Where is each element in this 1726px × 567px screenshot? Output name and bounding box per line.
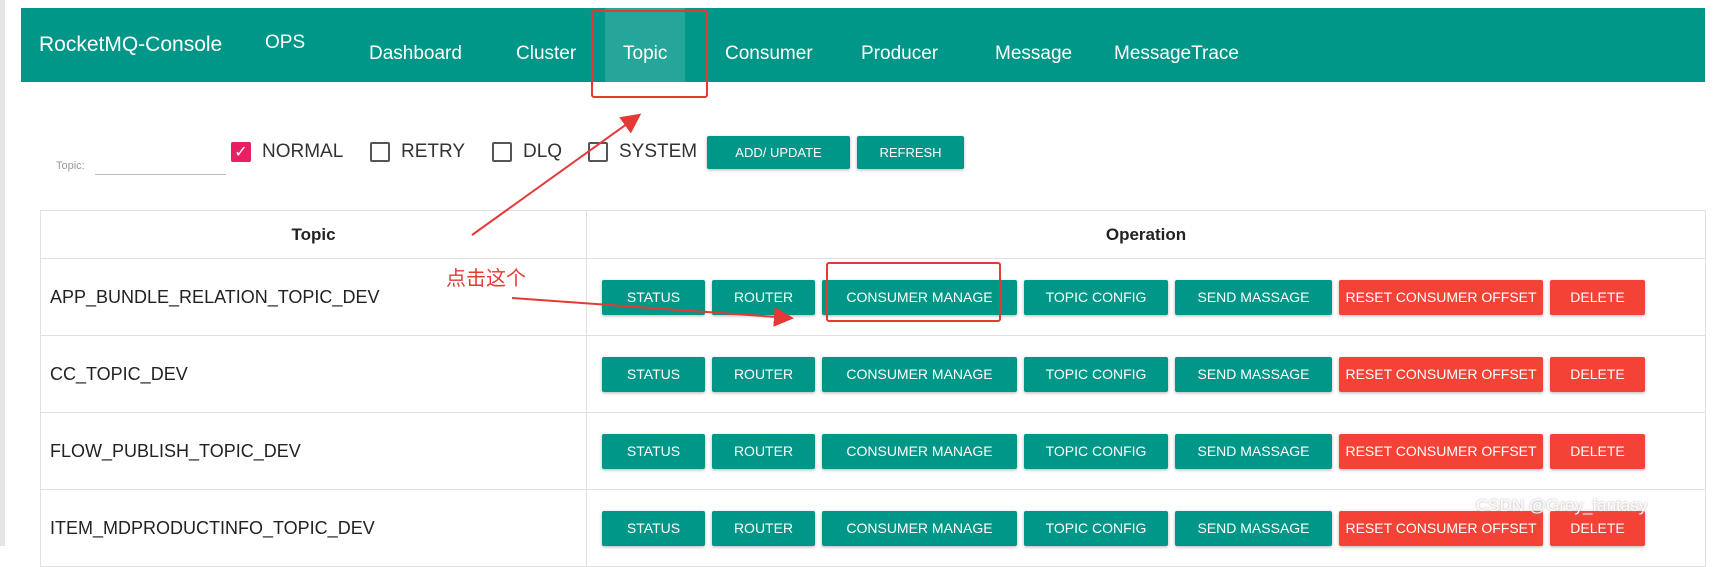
table-row: APP_BUNDLE_RELATION_TOPIC_DEV STATUS ROUTE…: [40, 258, 1706, 336]
table-row: CC_TOPIC_DEV STATUS ROUTER CONSUMER MANAGE T…: [40, 335, 1706, 413]
checkbox-dlq[interactable]: DLQ: [492, 140, 562, 164]
reset-consumer-offset-button[interactable]: RESET CONSUMER OFFSET: [1339, 280, 1543, 315]
delete-button[interactable]: DELETE: [1550, 357, 1645, 392]
delete-button[interactable]: DELETE: [1550, 434, 1645, 469]
send-massage-button[interactable]: SEND MASSAGE: [1175, 280, 1332, 315]
topic-config-button[interactable]: TOPIC CONFIG: [1024, 357, 1168, 392]
left-edge: [0, 0, 5, 546]
topic-config-button[interactable]: TOPIC CONFIG: [1024, 280, 1168, 315]
checkbox-normal-label: NORMAL: [262, 141, 344, 162]
nav-dashboard[interactable]: Dashboard: [369, 8, 462, 82]
topic-config-button[interactable]: TOPIC CONFIG: [1024, 434, 1168, 469]
topic-filter-label: Topic:: [56, 160, 85, 172]
status-button[interactable]: STATUS: [602, 357, 705, 392]
checkbox-system[interactable]: SYSTEM: [588, 140, 697, 164]
checkbox-retry[interactable]: RETRY: [370, 140, 465, 164]
nav-producer[interactable]: Producer: [861, 8, 938, 82]
nav-cluster[interactable]: Cluster: [516, 8, 576, 82]
consumer-manage-button[interactable]: CONSUMER MANAGE: [822, 280, 1017, 315]
status-button[interactable]: STATUS: [602, 280, 705, 315]
header-topic: Topic: [40, 210, 587, 259]
header-operation: Operation: [586, 210, 1706, 259]
top-navbar: RocketMQ-Console OPS Dashboard Cluster T…: [21, 8, 1705, 82]
reset-consumer-offset-button[interactable]: RESET CONSUMER OFFSET: [1339, 434, 1543, 469]
send-massage-button[interactable]: SEND MASSAGE: [1175, 434, 1332, 469]
add-update-button[interactable]: ADD/ UPDATE: [707, 136, 850, 169]
send-massage-button[interactable]: SEND MASSAGE: [1175, 511, 1332, 546]
topic-name-cell: ITEM_MDPRODUCTINFO_TOPIC_DEV: [40, 489, 587, 567]
send-massage-button[interactable]: SEND MASSAGE: [1175, 357, 1332, 392]
table-row: ITEM_MDPRODUCTINFO_TOPIC_DEV STATUS ROUTER…: [40, 489, 1706, 567]
checkbox-unchecked-icon: [370, 142, 390, 162]
table-row: FLOW_PUBLISH_TOPIC_DEV STATUS ROUTER CONSUM…: [40, 412, 1706, 490]
topic-name-cell: CC_TOPIC_DEV: [40, 335, 587, 413]
status-button[interactable]: STATUS: [602, 511, 705, 546]
operation-cell: STATUS ROUTER CONSUMER MANAGE TOPIC CONFIG S…: [586, 258, 1706, 336]
operation-cell: STATUS ROUTER CONSUMER MANAGE TOPIC CONFIG S…: [586, 412, 1706, 490]
checkbox-retry-label: RETRY: [401, 141, 466, 162]
topic-config-button[interactable]: TOPIC CONFIG: [1024, 511, 1168, 546]
router-button[interactable]: ROUTER: [712, 280, 815, 315]
topic-name-cell: FLOW_PUBLISH_TOPIC_DEV: [40, 412, 587, 490]
router-button[interactable]: ROUTER: [712, 511, 815, 546]
reset-consumer-offset-button[interactable]: RESET CONSUMER OFFSET: [1339, 357, 1543, 392]
consumer-manage-button[interactable]: CONSUMER MANAGE: [822, 357, 1017, 392]
watermark: CSDN @Grey_fantasy: [1476, 496, 1648, 515]
brand-title[interactable]: RocketMQ-Console: [39, 33, 222, 57]
router-button[interactable]: ROUTER: [712, 434, 815, 469]
nav-message[interactable]: Message: [995, 8, 1072, 82]
nav-consumer[interactable]: Consumer: [725, 8, 813, 82]
delete-button[interactable]: DELETE: [1550, 511, 1645, 546]
status-button[interactable]: STATUS: [602, 434, 705, 469]
delete-button[interactable]: DELETE: [1550, 280, 1645, 315]
nav-messagetrace[interactable]: MessageTrace: [1114, 8, 1239, 82]
checkbox-dlq-label: DLQ: [523, 141, 563, 162]
nav-topic[interactable]: Topic: [605, 8, 686, 82]
consumer-manage-button[interactable]: CONSUMER MANAGE: [822, 434, 1017, 469]
checkbox-unchecked-icon: [588, 142, 608, 162]
checkbox-unchecked-icon: [492, 142, 512, 162]
reset-consumer-offset-button[interactable]: RESET CONSUMER OFFSET: [1339, 511, 1543, 546]
operation-cell: STATUS ROUTER CONSUMER MANAGE TOPIC CONFIG S…: [586, 335, 1706, 413]
annotation-text: 点击这个: [446, 268, 526, 290]
checkbox-normal[interactable]: ✓ NORMAL: [231, 140, 343, 164]
nav-ops[interactable]: OPS: [265, 8, 305, 82]
router-button[interactable]: ROUTER: [712, 357, 815, 392]
consumer-manage-button[interactable]: CONSUMER MANAGE: [822, 511, 1017, 546]
checkbox-system-label: SYSTEM: [619, 141, 698, 162]
checkbox-checked-icon: ✓: [231, 142, 251, 162]
topic-filter-input[interactable]: [95, 150, 226, 175]
topic-table: Topic Operation APP_BUNDLE_RELATION_TOPI…: [40, 210, 1706, 567]
refresh-button[interactable]: REFRESH: [857, 136, 964, 169]
